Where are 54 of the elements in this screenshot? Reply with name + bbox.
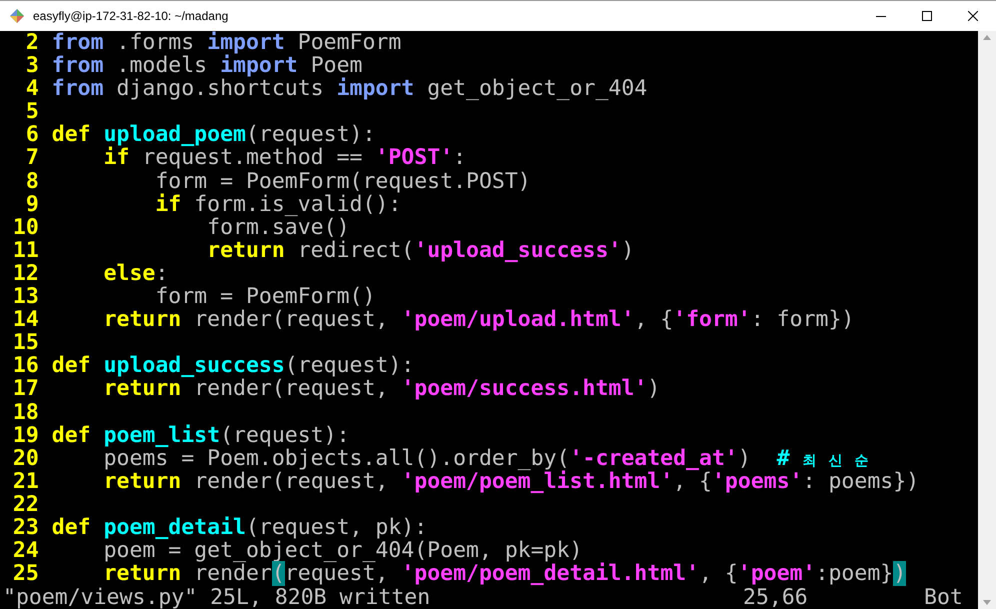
line-number: 17 (12, 377, 40, 400)
line-number: 11 (12, 238, 40, 262)
code-line: poem = get_object_or_404(Poem, pk=pk) (102, 539, 583, 562)
code-line: if form.is_valid(): (154, 192, 402, 216)
line-number: 19 (12, 424, 40, 447)
code-line: form.save() (207, 216, 350, 239)
code-line: if request.method == 'POST': (102, 146, 466, 170)
scroll-up-icon[interactable] (983, 35, 991, 40)
line-number: 4 (24, 77, 40, 100)
code-line: return redirect('upload_success') (206, 238, 634, 262)
code-line: form = PoemForm(request.POST) (154, 170, 531, 193)
line-number: 24 (12, 539, 40, 562)
line-number: 9 (24, 192, 40, 216)
code-line: from django.shortcuts import get_object_or_404 (52, 77, 648, 100)
code-line: return render(request, 'poem/upload.html', {'form': form}) (102, 308, 854, 332)
line-number: 14 (12, 308, 40, 332)
code-line: from .forms import PoemForm (52, 31, 402, 54)
line-number: 6 (24, 123, 40, 146)
scroll-position: Bot (924, 586, 964, 609)
line-number: 21 (12, 470, 40, 493)
code-line: from .models import Poem (52, 54, 362, 78)
code-line: poems = Poem.objects.all().order_by('-created_at') # 최신순 (102, 446, 881, 470)
close-icon (968, 11, 978, 21)
app-icon (9, 8, 25, 24)
code-line: return render(request, 'poem/poem_detail.html', {'poem':poem}) (102, 562, 906, 586)
code-line: def upload_success(request): (52, 354, 414, 378)
scroll-down-icon[interactable] (983, 600, 991, 605)
line-number: 22 (12, 492, 40, 516)
code-line: def upload_poem(request): (52, 123, 376, 146)
code-line: form = PoemForm() (154, 285, 376, 308)
line-number: 25 (12, 562, 40, 586)
scrollbar[interactable] (978, 31, 996, 609)
line-number: 18 (12, 400, 40, 424)
line-number: 3 (24, 54, 40, 78)
code-line: return render(request, 'poem/poem_list.html', {'poems': poems}) (102, 470, 920, 493)
line-number: 10 (12, 216, 40, 239)
line-number: 8 (24, 170, 40, 193)
code-line: def poem_detail(request, pk): (52, 516, 428, 540)
code-line: return render(request, 'poem/success.html') (102, 377, 660, 400)
line-number: 12 (12, 262, 40, 286)
status-message: "poem/views.py" 25L, 820B written (3, 586, 430, 609)
line-number: 20 (12, 446, 40, 470)
window-title: easyfly@ip-172-31-82-10: ~/madang (33, 9, 230, 23)
line-number: 2 (24, 31, 40, 54)
line-number: 5 (24, 100, 40, 124)
code-line: def poem_list(request): (52, 424, 350, 447)
code-line: else: (102, 262, 168, 286)
line-number: 15 (12, 331, 40, 354)
line-number: 16 (12, 354, 40, 378)
cursor-position: 25,66 (743, 586, 809, 609)
line-number: 13 (12, 285, 40, 308)
line-number: 23 (12, 516, 40, 540)
line-number: 7 (24, 146, 40, 170)
maximize-icon (922, 11, 932, 21)
